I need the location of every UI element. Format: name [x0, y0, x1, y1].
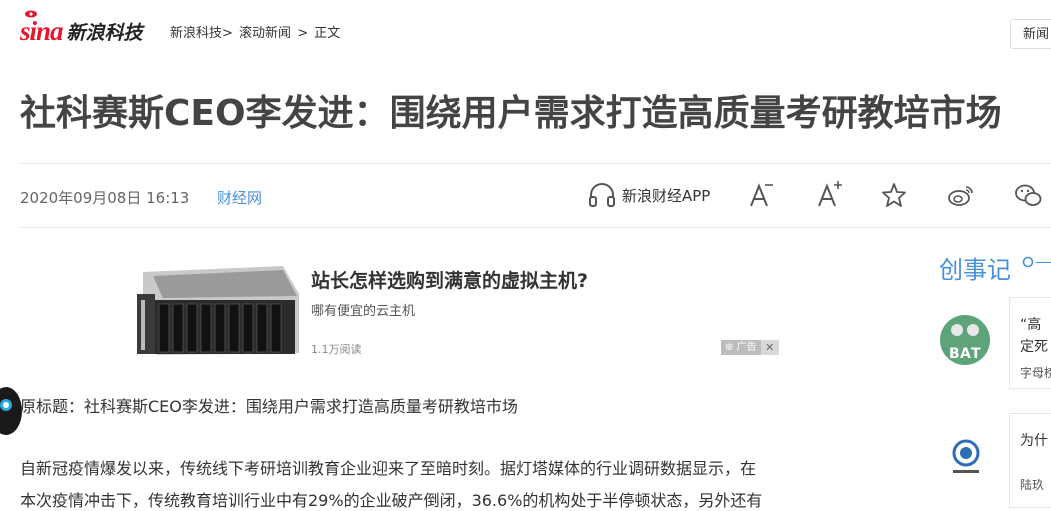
ad-label: ⊕ 广告 — [721, 340, 761, 355]
ad-read-count: 1.1万阅读 — [311, 343, 362, 356]
svg-text:A: A — [960, 346, 971, 362]
card-headline-line: 为什 — [1020, 433, 1048, 449]
sidebar-card[interactable]: 为什 陆玖 — [1009, 413, 1051, 508]
headphones-icon — [589, 183, 615, 207]
card-headline-line: 定死 — [1020, 339, 1048, 355]
robot-assistant-icon[interactable] — [0, 383, 22, 443]
ad-badge: ⊕ 广告 ✕ — [721, 340, 779, 355]
sina-logo-text: sina — [20, 15, 64, 46]
original-title-line: 原标题：社科赛斯CEO李发进：围绕用户需求打造高质量考研教培市场 — [20, 397, 518, 416]
article-paragraph: 本次疫情冲击下，传统教育培训行业中有29%的企业破产倒闭，36.6%的机构处于半… — [20, 491, 763, 510]
breadcrumb-tech-link[interactable]: 新浪科技> — [170, 26, 233, 41]
ad-title[interactable]: 站长怎样选购到满意的虚拟主机? — [311, 266, 588, 293]
svg-text:B: B — [949, 346, 960, 362]
sina-tech-logo[interactable]: sina 新浪科技 — [20, 10, 143, 48]
breadcrumb-current: 正文 — [314, 26, 341, 41]
author-avatar[interactable] — [947, 437, 985, 477]
news-nav-button[interactable]: 新闻 — [1010, 19, 1051, 49]
breadcrumb-separator: > — [297, 26, 309, 41]
tech-logo-text: 新浪科技 — [66, 21, 143, 44]
author-avatar[interactable]: B A T — [940, 315, 990, 365]
section-dot-icon — [1022, 256, 1034, 268]
favorite-star-icon[interactable] — [880, 180, 908, 210]
sidebar-card[interactable]: “高 定死 字母榜 — [1009, 297, 1051, 389]
font-smaller-icon[interactable] — [747, 180, 775, 210]
ad-label-icon: ⊕ — [725, 342, 734, 353]
breadcrumb-rolling-news-link[interactable]: 滚动新闻 — [239, 26, 291, 41]
app-label: 新浪财经APP — [622, 186, 711, 205]
card-headline-line: “高 — [1020, 317, 1042, 333]
article-title: 社科赛斯CEO李发进：围绕用户需求打造高质量考研教培市场 — [20, 93, 1002, 134]
font-larger-icon[interactable] — [815, 180, 843, 210]
weibo-icon[interactable] — [947, 180, 975, 210]
server-rack-image[interactable] — [133, 264, 301, 355]
publish-date: 2020年09月08日 16:13 — [20, 189, 190, 207]
ad-label-text: 广告 — [736, 342, 757, 353]
svg-text:T: T — [971, 346, 981, 362]
sina-eye-icon — [25, 10, 37, 18]
source-link[interactable]: 财经网 — [217, 187, 262, 208]
sidebar-section-title[interactable]: 创事记 — [939, 250, 1011, 285]
divider — [20, 227, 1051, 228]
breadcrumb: 新浪科技> 滚动新闻 > 正文 — [170, 22, 342, 41]
ad-close-icon[interactable]: ✕ — [761, 341, 779, 354]
divider — [20, 163, 1051, 164]
card-author: 字母榜 — [1020, 366, 1051, 380]
ad-subtitle: 哪有便宜的云主机 — [311, 304, 416, 319]
section-line — [1036, 262, 1051, 263]
wechat-icon[interactable] — [1014, 180, 1042, 210]
card-author: 陆玖 — [1020, 478, 1045, 492]
finance-app-link[interactable]: 新浪财经APP — [588, 182, 710, 208]
article-paragraph: 自新冠疫情爆发以来，传统线下考研培训教育企业迎来了至暗时刻。据灯塔媒体的行业调研… — [20, 459, 757, 478]
